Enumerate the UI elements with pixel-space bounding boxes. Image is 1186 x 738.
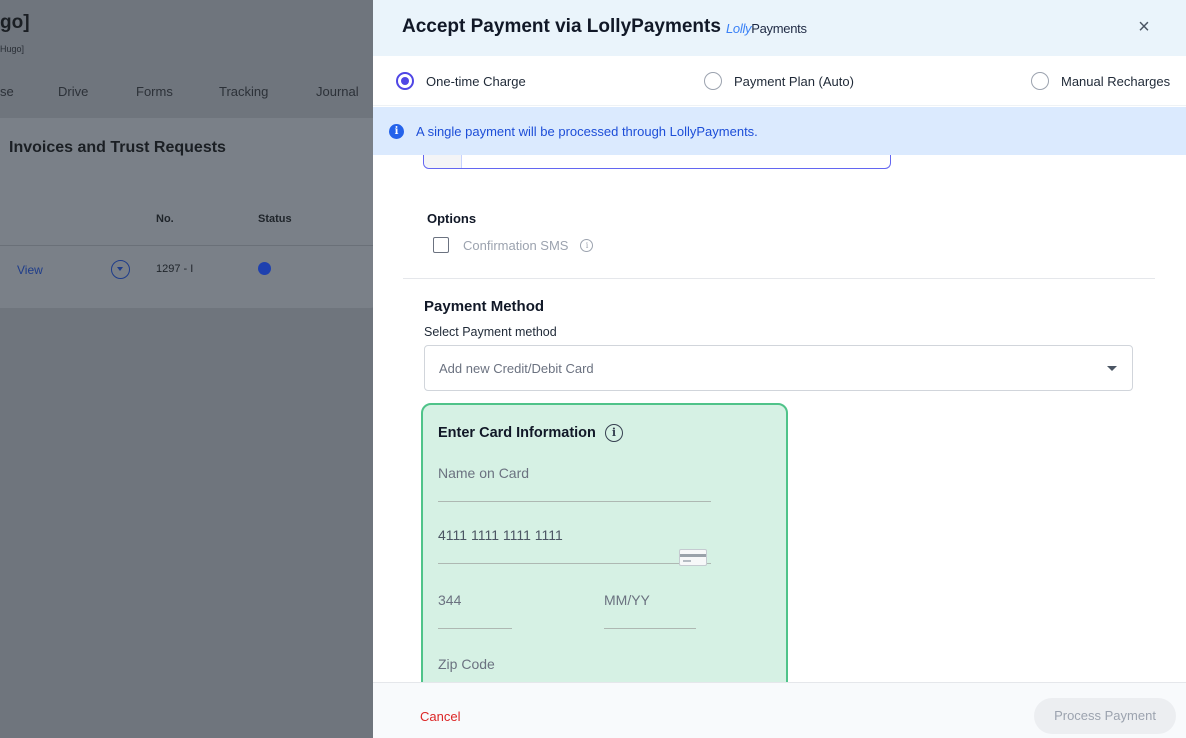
status-dot bbox=[258, 262, 271, 275]
drawer-header: Accept Payment via LollyPayments LollyPa… bbox=[373, 0, 1186, 56]
confirmation-sms-option: Confirmation SMS i bbox=[433, 237, 594, 253]
payment-method-select[interactable]: Add new Credit/Debit Card bbox=[424, 345, 1133, 391]
background-app: go] Hugo] se Drive Forms Tracking Journa… bbox=[0, 0, 380, 738]
info-icon[interactable]: i bbox=[580, 238, 594, 252]
section-divider bbox=[403, 278, 1155, 279]
matter-subtitle: Hugo] bbox=[0, 44, 25, 54]
radio-one-time-charge[interactable]: One-time Charge bbox=[396, 72, 526, 90]
radio-label: Payment Plan (Auto) bbox=[734, 73, 854, 89]
confirmation-sms-checkbox[interactable] bbox=[433, 237, 449, 253]
radio-manual-recharges[interactable]: Manual Recharges bbox=[1031, 72, 1170, 90]
chevron-down-icon[interactable] bbox=[111, 260, 130, 279]
radio-label: Manual Recharges bbox=[1061, 73, 1171, 89]
nav-item-journal[interactable]: Journal bbox=[316, 84, 359, 99]
payment-drawer: Accept Payment via LollyPayments LollyPa… bbox=[373, 0, 1186, 738]
info-icon: i bbox=[389, 123, 404, 139]
nav-item-tracking[interactable]: Tracking bbox=[219, 84, 268, 99]
payment-method-title: Payment Method bbox=[424, 298, 545, 315]
close-icon[interactable]: × bbox=[1133, 16, 1155, 38]
matter-title: go] bbox=[0, 12, 30, 33]
info-icon[interactable]: i bbox=[604, 424, 623, 442]
amount-input-partial[interactable] bbox=[423, 155, 891, 169]
view-link[interactable]: View bbox=[17, 263, 43, 277]
payment-type-group: One-time Charge Payment Plan (Auto) Manu… bbox=[373, 56, 1186, 106]
info-banner-text: A single payment will be processed throu… bbox=[416, 123, 758, 139]
invoices-card-title: Invoices and Trust Requests bbox=[9, 139, 226, 156]
nav-item-forms[interactable]: Forms bbox=[136, 84, 173, 99]
cvv-field[interactable]: 344 bbox=[438, 592, 512, 629]
column-header-no: No. bbox=[156, 213, 174, 225]
cancel-button[interactable]: Cancel bbox=[420, 709, 460, 724]
card-information-panel: Enter Card Information i Name on Card 41… bbox=[421, 403, 788, 682]
drawer-scroll-area[interactable]: Options Confirmation SMS i Payment Metho… bbox=[373, 155, 1186, 682]
expiry-field[interactable]: MM/YY bbox=[604, 592, 696, 629]
nav-item[interactable]: se bbox=[0, 84, 14, 99]
nav-item-drive[interactable]: Drive bbox=[58, 84, 88, 99]
process-payment-button[interactable]: Process Payment bbox=[1034, 698, 1176, 734]
payment-method-value: Add new Credit/Debit Card bbox=[439, 361, 594, 376]
card-information-title: Enter Card Information i bbox=[438, 424, 623, 442]
caret-down-icon bbox=[1107, 366, 1117, 371]
invoices-card: Invoices and Trust Requests No. Status V… bbox=[0, 118, 378, 308]
table-divider bbox=[0, 245, 378, 246]
lollypayments-logo: LollyPayments bbox=[726, 21, 807, 36]
column-header-status: Status bbox=[258, 213, 292, 225]
name-on-card-field[interactable]: Name on Card bbox=[438, 465, 711, 502]
radio-label: One-time Charge bbox=[426, 73, 526, 89]
radio-checked-icon[interactable] bbox=[396, 72, 414, 90]
zip-code-field[interactable]: Zip Code bbox=[438, 656, 711, 682]
invoice-number: 1297 - I bbox=[156, 263, 194, 275]
radio-unchecked-icon[interactable] bbox=[704, 72, 722, 90]
confirmation-sms-label: Confirmation SMS bbox=[463, 237, 569, 253]
card-number-field[interactable]: 4111 1111 1111 1111 bbox=[438, 527, 711, 566]
credit-card-icon bbox=[679, 549, 707, 566]
info-banner: i A single payment will be processed thr… bbox=[373, 107, 1186, 155]
radio-unchecked-icon[interactable] bbox=[1031, 72, 1049, 90]
payment-method-label: Select Payment method bbox=[424, 325, 557, 339]
drawer-footer: Cancel Process Payment bbox=[373, 682, 1186, 738]
radio-payment-plan[interactable]: Payment Plan (Auto) bbox=[704, 72, 854, 90]
drawer-title: Accept Payment via LollyPayments bbox=[402, 16, 721, 37]
options-label: Options bbox=[427, 211, 477, 226]
